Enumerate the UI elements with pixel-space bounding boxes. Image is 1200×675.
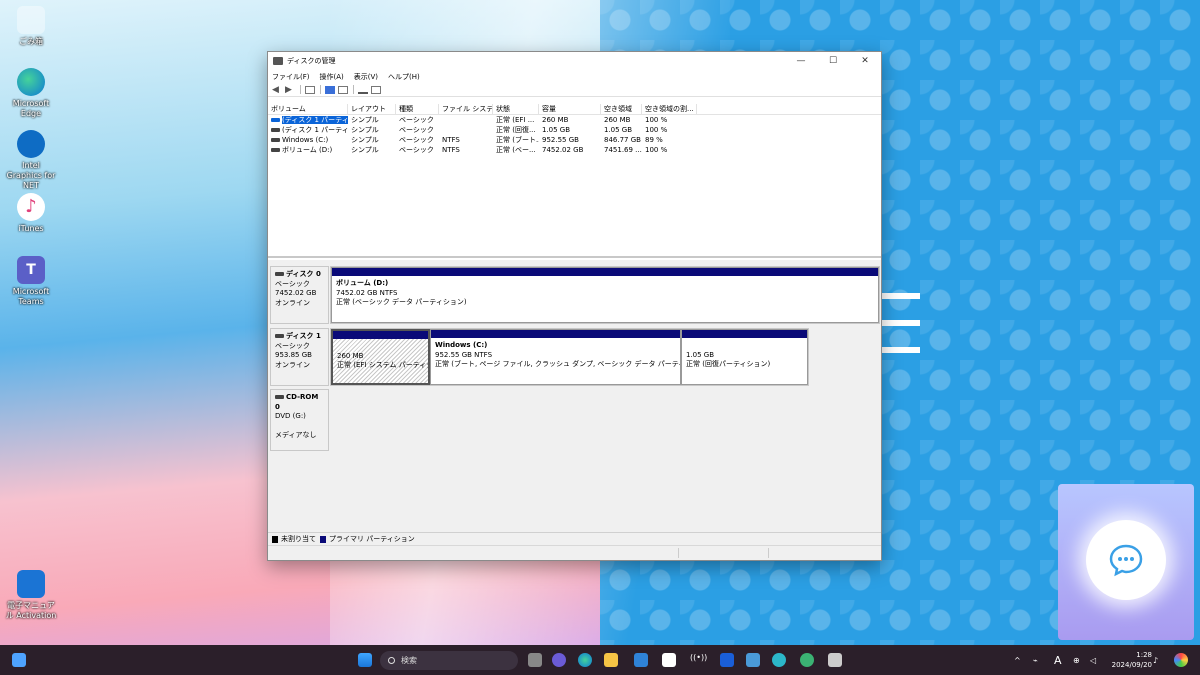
forward-arrow-icon[interactable]: ▶: [285, 85, 295, 94]
properties-icon[interactable]: [338, 85, 348, 94]
disk-management-app-icon: [273, 57, 283, 65]
network-off-icon[interactable]: ⌁: [1033, 645, 1038, 675]
widgets-icon[interactable]: [12, 653, 26, 667]
cdrom-label[interactable]: CD-ROM 0 DVD (G:) メディアなし: [270, 389, 329, 451]
wallpaper-bar: [882, 347, 920, 353]
legend: 未割り当て プライマリ パーティション: [268, 532, 881, 545]
back-arrow-icon[interactable]: ◀: [272, 85, 282, 94]
task-view-icon[interactable]: [528, 653, 542, 667]
desktop-icon-recycle-bin[interactable]: ごみ箱: [4, 6, 58, 47]
table-row[interactable]: ボリューム (D:) シンプル ベーシック NTFS 正常 (ベー... 745…: [268, 145, 881, 155]
app-d-icon[interactable]: [720, 653, 734, 667]
start-icon[interactable]: [358, 653, 372, 667]
disk-icon: [275, 334, 284, 338]
table-row[interactable]: Windows (C:) シンプル ベーシック NTFS 正常 (ブート... …: [268, 135, 881, 145]
column-header[interactable]: 状態: [493, 104, 539, 114]
taskbar: 検索 ((•)) ^ ⌁ A ⊕ ◁ 1:28 2024/09/20 ♪: [0, 645, 1200, 675]
globe-app-icon[interactable]: [800, 653, 814, 667]
chat-bubble-button[interactable]: [1086, 520, 1166, 600]
volume-icon[interactable]: ◁: [1090, 645, 1096, 675]
ime-indicator[interactable]: A: [1054, 645, 1062, 675]
store-icon[interactable]: [662, 653, 676, 667]
desktop-icon-intel[interactable]: Intel Graphics for NET: [4, 130, 58, 191]
disk-management-taskbar-icon[interactable]: [828, 653, 842, 667]
disk-0-area: ボリューム (D:) 7452.02 GB NTFS 正常 (ベーシック データ…: [330, 266, 880, 324]
window-title: ディスクの管理: [287, 57, 336, 65]
status-bar: [268, 545, 881, 560]
copilot-icon[interactable]: [1174, 653, 1188, 667]
title-bar[interactable]: ディスクの管理 — ☐ ✕: [268, 52, 881, 70]
mail-icon[interactable]: [634, 653, 648, 667]
desktop-icon-itunes[interactable]: ♪ iTunes: [4, 193, 58, 234]
edge-taskbar-icon[interactable]: [578, 653, 592, 667]
minimize-button[interactable]: —: [785, 52, 817, 70]
table-row[interactable]: (ディスク 1 パーティシ... シンプル ベーシック 正常 (EFI ... …: [268, 115, 881, 125]
console-tree-icon[interactable]: [305, 85, 315, 94]
column-header[interactable]: ファイル システム: [439, 104, 493, 114]
primary-swatch: [320, 535, 326, 543]
manual-icon: [17, 570, 45, 598]
language-icon[interactable]: ⊕: [1073, 645, 1080, 675]
drive-icon: [271, 138, 280, 142]
edge-icon: [17, 68, 45, 96]
menu-file[interactable]: ファイル(F): [272, 72, 310, 82]
unallocated-swatch: [272, 535, 278, 543]
drive-icon: [271, 128, 280, 132]
column-header[interactable]: 種類: [396, 104, 439, 114]
clock[interactable]: 1:28 2024/09/20: [1108, 650, 1152, 670]
recycle-bin-icon: [17, 6, 45, 34]
search-icon: [388, 657, 395, 664]
chat-app-icon[interactable]: [552, 653, 566, 667]
rescan-icon[interactable]: [358, 86, 368, 94]
cdrom-area: [330, 388, 881, 452]
menu-action[interactable]: 操作(A): [320, 72, 344, 82]
partition-windows-c[interactable]: Windows (C:) 952.55 GB NTFS 正常 (ブート, ページ…: [430, 329, 681, 385]
menu-bar: ファイル(F) 操作(A) 表示(V) ヘルプ(H): [268, 70, 881, 83]
column-header[interactable]: 空き領域の割...: [642, 104, 697, 114]
disk-0-label[interactable]: ディスク 0 ベーシック 7452.02 GB オンライン: [270, 266, 329, 324]
menu-help[interactable]: ヘルプ(H): [388, 72, 420, 82]
file-explorer-icon[interactable]: [604, 653, 618, 667]
column-header[interactable]: 空き領域: [601, 104, 642, 114]
help-icon[interactable]: [325, 85, 335, 94]
notification-bell-icon[interactable]: ♪: [1153, 645, 1158, 675]
desktop-icon-teams[interactable]: T Microsoft Teams: [4, 256, 58, 307]
menu-view[interactable]: 表示(V): [354, 72, 378, 82]
toolbar: ◀ ▶: [268, 83, 881, 97]
partition-efi[interactable]: 260 MB 正常 (EFI システム パーティション): [331, 329, 430, 385]
list-view-icon[interactable]: [371, 85, 381, 94]
wallpaper-bar: [882, 293, 920, 299]
assistant-icon[interactable]: [772, 653, 786, 667]
disk-management-window: ディスクの管理 — ☐ ✕ ファイル(F) 操作(A) 表示(V) ヘルプ(H)…: [267, 51, 882, 561]
disk-graphical-view: ディスク 0 ベーシック 7452.02 GB オンライン ボリューム (D:)…: [268, 260, 881, 532]
intel-icon: [17, 130, 45, 158]
drive-icon: [271, 148, 280, 152]
photos-icon[interactable]: [746, 653, 760, 667]
wallpaper-bar: [882, 320, 920, 326]
drive-icon: [271, 118, 280, 122]
search-box[interactable]: 検索: [380, 651, 518, 670]
partition-recovery[interactable]: 1.05 GB 正常 (回復パーティション): [681, 329, 808, 385]
column-header[interactable]: ボリューム: [268, 104, 348, 114]
table-row[interactable]: (ディスク 1 パーティシ... シンプル ベーシック 正常 (回復... 1.…: [268, 125, 881, 135]
disk-1-area: 260 MB 正常 (EFI システム パーティション) Windows (C:…: [330, 328, 809, 386]
maximize-button[interactable]: ☐: [817, 52, 849, 70]
list-header: ボリューム レイアウト 種類 ファイル システム 状態 容量 空き領域 空き領域…: [268, 104, 881, 115]
desktop-icon-edge[interactable]: Microsoft Edge: [4, 68, 58, 119]
itunes-icon: ♪: [17, 193, 45, 221]
column-header[interactable]: 容量: [539, 104, 601, 114]
column-header[interactable]: レイアウト: [348, 104, 396, 114]
volume-list: ボリューム レイアウト 種類 ファイル システム 状態 容量 空き領域 空き領域…: [268, 104, 881, 258]
chat-icon: [1109, 544, 1143, 577]
desktop-icon-manual[interactable]: 電子マニュアル Activation: [4, 570, 58, 621]
partition-volume-d[interactable]: ボリューム (D:) 7452.02 GB NTFS 正常 (ベーシック データ…: [331, 267, 879, 323]
disk-1-label[interactable]: ディスク 1 ベーシック 953.85 GB オンライン: [270, 328, 329, 386]
teams-icon: T: [17, 256, 45, 284]
broadcast-icon[interactable]: ((•)): [690, 653, 707, 667]
disk-icon: [275, 272, 284, 276]
show-hidden-icons[interactable]: ^: [1014, 645, 1021, 675]
close-button[interactable]: ✕: [849, 52, 881, 70]
cdrom-icon: [275, 395, 284, 399]
